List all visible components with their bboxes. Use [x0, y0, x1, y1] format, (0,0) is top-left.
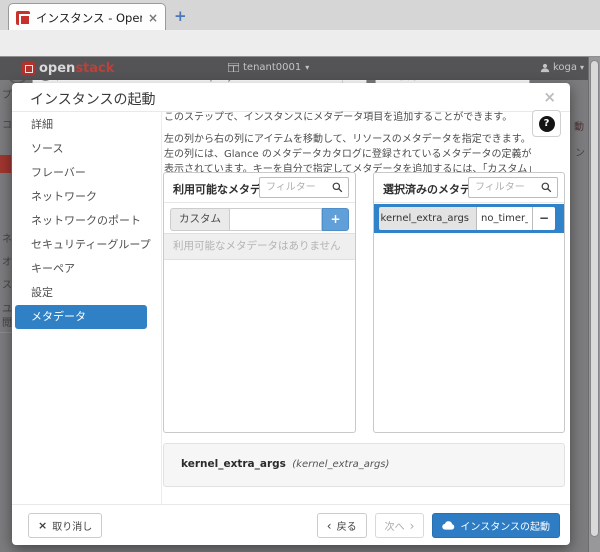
- chevron-left-icon: ‹: [326, 518, 332, 533]
- cancel-button[interactable]: × 取り消し: [28, 513, 103, 538]
- bg-nav-fragment: プ: [2, 90, 12, 101]
- chevron-right-icon: ›: [409, 518, 415, 533]
- launch-instance-button[interactable]: インスタンスの起動: [432, 513, 560, 538]
- metadata-detail-annotation: (kernel_extra_args): [292, 459, 390, 470]
- metadata-key: kernel_extra_args: [379, 207, 476, 230]
- browser-tab[interactable]: インスタンス - Open... ×: [8, 3, 166, 31]
- bg-active-nav-marker: [0, 155, 11, 173]
- bg-nav-fragment: オ: [2, 257, 12, 268]
- bg-button-fragment: 動: [574, 122, 584, 133]
- cancel-icon: ×: [38, 519, 48, 532]
- step-network-ports[interactable]: ネットワークのポート: [12, 209, 161, 233]
- back-button[interactable]: ‹ 戻る: [316, 513, 367, 538]
- step-flavor[interactable]: フレーバー: [12, 161, 161, 185]
- selected-filter[interactable]: [468, 177, 558, 198]
- user-menu[interactable]: koga ▾: [540, 62, 584, 73]
- tab-title: インスタンス - Open...: [36, 10, 142, 25]
- custom-metadata-group: カスタム +: [170, 208, 349, 231]
- metadata-detail-panel: kernel_extra_args (kernel_extra_args): [163, 443, 565, 487]
- search-icon: [541, 178, 552, 197]
- panel-divider: [374, 202, 564, 203]
- openstack-favicon-icon: [16, 10, 31, 26]
- sidebar-divider: [161, 112, 162, 504]
- search-icon: [332, 178, 343, 197]
- help-button[interactable]: ?: [532, 110, 561, 137]
- modal-footer: × 取り消し ‹ 戻る 次へ › インスタンスの起動: [12, 504, 570, 545]
- available-filter[interactable]: [259, 177, 349, 198]
- panel-divider: [164, 202, 355, 203]
- launch-instance-modal: インスタンスの起動 × 詳細 ソース フレーバー ネットワーク ネットワークのポ…: [12, 83, 570, 545]
- bg-text-fragment: ン: [575, 148, 585, 159]
- next-button[interactable]: 次へ ›: [374, 513, 425, 538]
- step-metadata[interactable]: メタデータ: [15, 305, 147, 329]
- help-icon: ?: [538, 115, 555, 132]
- selected-metadata-panel: 選択済みのメタデータ kernel_extra_args −: [373, 172, 565, 433]
- step-security-groups[interactable]: セキュリティーグループ: [12, 233, 161, 257]
- chevron-down-icon: ▾: [305, 63, 310, 72]
- bg-nav-fragment: コ: [2, 120, 12, 131]
- tab-close-icon[interactable]: ×: [148, 11, 158, 25]
- remove-icon[interactable]: −: [532, 207, 555, 230]
- project-name: tenant0001: [243, 62, 302, 73]
- metadata-detail-name: kernel_extra_args: [181, 458, 286, 470]
- add-icon[interactable]: +: [322, 208, 349, 231]
- bg-nav-fragment: ス: [2, 280, 12, 291]
- project-icon: [228, 63, 239, 72]
- browser-navbar: ← 172.16.1.121/dashboard/project/instanc…: [0, 30, 600, 85]
- bg-divider: [0, 332, 12, 333]
- step-source[interactable]: ソース: [12, 137, 161, 161]
- step-networks[interactable]: ネットワーク: [12, 185, 161, 209]
- description-line-1: このステップで、インスタンスにメタデータ項目を追加することができます。: [164, 112, 513, 123]
- bg-nav-fragment: 閲: [2, 318, 12, 329]
- openstack-logo[interactable]: open stack: [22, 61, 114, 76]
- custom-label: カスタム: [170, 208, 230, 231]
- openstack-logo-icon: [22, 62, 35, 75]
- footer-button-group: ‹ 戻る 次へ › インスタンスの起動: [316, 513, 560, 538]
- bg-nav-fragment: ユ: [2, 304, 12, 315]
- metadata-value-input[interactable]: [476, 207, 532, 230]
- browser-chrome: インスタンス - Open... × + ← 172.16.1.121/dash…: [0, 0, 600, 85]
- step-key-pair[interactable]: キーペア: [12, 257, 161, 281]
- step-details[interactable]: 詳細: [12, 113, 161, 137]
- close-icon[interactable]: ×: [543, 88, 556, 106]
- chevron-down-icon: ▾: [579, 63, 584, 72]
- no-available-metadata-message: 利用可能なメタデータはありません: [164, 233, 355, 260]
- project-selector[interactable]: tenant0001 ▾: [228, 62, 309, 73]
- bg-nav-fragment: ネ: [2, 234, 12, 245]
- available-metadata-panel: 利用可能なメタデータ カスタム + 利用可能なメタデータはありません: [163, 172, 356, 433]
- user-icon: [540, 63, 550, 72]
- step-configuration[interactable]: 設定: [12, 281, 161, 305]
- wizard-steps: 詳細 ソース フレーバー ネットワーク ネットワークのポート セキュリティーグル…: [12, 113, 161, 329]
- selected-filter-input[interactable]: [469, 182, 535, 193]
- available-filter-input[interactable]: [260, 182, 326, 193]
- modal-header: インスタンスの起動 ×: [12, 83, 570, 112]
- modal-title: インスタンスの起動: [30, 92, 156, 108]
- cloud-icon: [442, 521, 455, 530]
- new-tab-icon[interactable]: +: [174, 7, 187, 25]
- custom-key-input[interactable]: [230, 208, 322, 231]
- selected-metadata-row[interactable]: kernel_extra_args −: [374, 204, 564, 233]
- scrollbar-thumb[interactable]: [589, 60, 599, 537]
- user-name: koga: [552, 62, 577, 73]
